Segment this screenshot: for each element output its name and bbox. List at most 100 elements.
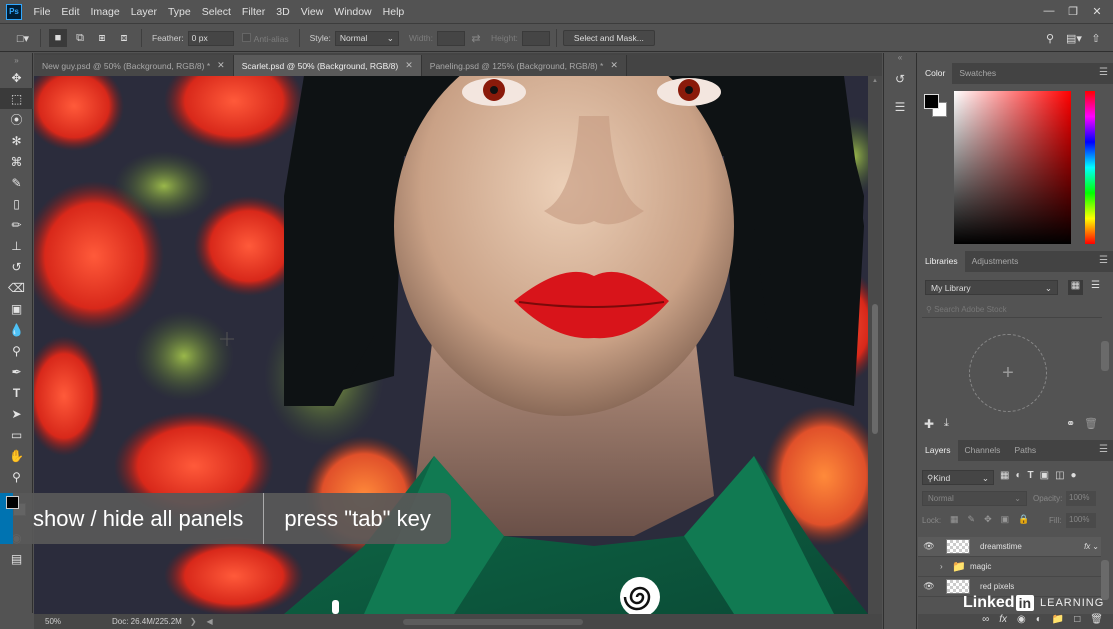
zoom-level[interactable]: 50%	[45, 617, 87, 626]
library-select[interactable]: My Library ⌄	[925, 280, 1058, 295]
close-icon[interactable]: ✕	[1085, 0, 1109, 22]
tab-adjustments[interactable]: Adjustments	[965, 251, 1026, 272]
smart-object-filter-icon[interactable]: ◫	[1055, 470, 1064, 481]
grid-view-icon[interactable]: ▦	[1068, 280, 1083, 295]
tab-color[interactable]: Color	[918, 63, 953, 84]
stock-search-input[interactable]: ⚲ Search Adobe Stock	[922, 303, 1102, 318]
eyedropper-tool-icon[interactable]: ✎	[0, 172, 33, 193]
history-panel-icon[interactable]: ↺	[888, 68, 912, 90]
menu-select[interactable]: Select	[196, 0, 236, 24]
lock-position-icon[interactable]: ✥	[984, 514, 992, 525]
library-drop-area[interactable]: +	[969, 334, 1047, 412]
close-icon[interactable]: ✕	[217, 60, 225, 71]
rectangle-tool-icon[interactable]: ▭	[0, 424, 33, 445]
menu-image[interactable]: Image	[85, 0, 125, 24]
close-icon[interactable]: ✕	[610, 60, 618, 71]
visibility-eye-icon[interactable]: 👁	[918, 581, 940, 592]
antialias-checkbox[interactable]: Anti-alias	[241, 32, 289, 44]
minimize-icon[interactable]: —	[1037, 0, 1061, 22]
kind-filter-select[interactable]: ⚲Kind ⌄	[922, 470, 994, 485]
height-input[interactable]	[521, 30, 550, 46]
layer-row-magic[interactable]: › 📁 magic	[918, 557, 1101, 577]
lock-pixels-icon[interactable]: ✎	[968, 514, 976, 525]
quick-selection-tool-icon[interactable]: ✻	[0, 130, 33, 151]
crop-tool-icon[interactable]: ⌘	[0, 151, 33, 172]
type-tool-icon[interactable]: T	[0, 382, 33, 403]
mask-icon[interactable]: ◉	[1017, 614, 1026, 629]
search-icon[interactable]: ⚲	[1041, 29, 1059, 47]
zoom-tool-icon[interactable]: ⚲	[0, 466, 33, 487]
properties-panel-icon[interactable]: ☰	[888, 96, 912, 118]
upload-icon[interactable]: ⤓	[944, 417, 949, 430]
list-view-icon[interactable]: ☰	[1088, 280, 1103, 295]
path-selection-tool-icon[interactable]: ➤	[0, 403, 33, 424]
layer-row-dreamstime[interactable]: 👁 dreamstime fx ⌄	[918, 537, 1101, 557]
move-tool-icon[interactable]: ✥	[0, 67, 33, 88]
scrollbar-thumb[interactable]	[872, 304, 878, 434]
healing-brush-tool-icon[interactable]: ▯	[0, 193, 33, 214]
menu-filter[interactable]: Filter	[236, 0, 270, 24]
panel-menu-icon[interactable]: ☰	[1099, 444, 1108, 455]
menu-window[interactable]: Window	[329, 0, 377, 24]
eraser-tool-icon[interactable]: ⌫	[0, 277, 33, 298]
horizontal-scrollbar-thumb[interactable]	[402, 618, 583, 625]
share-icon[interactable]: ⇧	[1087, 29, 1105, 47]
new-group-icon[interactable]: 📁	[1052, 614, 1064, 629]
visibility-eye-icon[interactable]: 👁	[918, 541, 940, 552]
pixel-filter-icon[interactable]: ▦	[1000, 470, 1009, 481]
tab-channels[interactable]: Channels	[958, 440, 1008, 461]
new-selection-icon[interactable]: ■	[49, 29, 67, 47]
rectangular-marquee-tool-icon[interactable]: ⬚	[0, 88, 33, 109]
menu-layer[interactable]: Layer	[125, 0, 162, 24]
hue-slider[interactable]	[1085, 91, 1095, 244]
tab-libraries[interactable]: Libraries	[918, 251, 965, 272]
disclosure-arrow-icon[interactable]: ›	[940, 562, 952, 571]
chevron-down-icon[interactable]: ⌄	[1092, 542, 1099, 551]
menu-type[interactable]: Type	[162, 0, 196, 24]
select-and-mask-button[interactable]: Select and Mask...	[562, 30, 655, 46]
foreground-color-swatch[interactable]	[924, 94, 939, 109]
fx-icon[interactable]: fx	[999, 614, 1007, 629]
vertical-scrollbar[interactable]: ▲	[868, 76, 882, 614]
swap-icon[interactable]: ⇄	[467, 29, 485, 47]
shape-filter-icon[interactable]: ▣	[1040, 470, 1049, 481]
fill-input[interactable]: 100%	[1066, 513, 1096, 528]
scroll-up-icon[interactable]: ▲	[868, 78, 882, 84]
pen-tool-icon[interactable]: ✒	[0, 361, 33, 382]
tab-paths[interactable]: Paths	[1007, 440, 1043, 461]
tab-swatches[interactable]: Swatches	[952, 63, 1003, 84]
marquee-preset-icon[interactable]: □▾	[14, 29, 32, 47]
menu-edit[interactable]: Edit	[56, 0, 85, 24]
menu-3d[interactable]: 3D	[271, 0, 295, 24]
blur-tool-icon[interactable]: 💧	[0, 319, 33, 340]
sync-icon[interactable]: ⚭	[1066, 417, 1075, 430]
blend-mode-select[interactable]: Normal ⌄	[922, 491, 1027, 506]
style-select[interactable]: Normal ⌄	[334, 30, 399, 46]
tab-new-guy[interactable]: New guy.psd @ 50% (Background, RGB/8) * ✕	[34, 55, 234, 76]
screen-mode-icon[interactable]: ▤	[0, 548, 33, 569]
menu-help[interactable]: Help	[377, 0, 410, 24]
menu-file[interactable]: File	[28, 0, 56, 24]
width-input[interactable]	[436, 30, 465, 46]
type-filter-icon[interactable]: T	[1028, 470, 1034, 481]
color-picker-field[interactable]	[954, 91, 1071, 244]
link-layers-icon[interactable]: ∞	[982, 614, 989, 629]
panel-menu-icon[interactable]: ☰	[1099, 255, 1108, 266]
status-menu-icon[interactable]: ❯	[190, 617, 197, 626]
dodge-tool-icon[interactable]: ⚲	[0, 340, 33, 361]
new-layer-icon[interactable]: □	[1074, 614, 1080, 629]
subtract-selection-icon[interactable]: ⧆	[93, 29, 111, 47]
close-icon[interactable]: ✕	[405, 60, 413, 71]
fx-badge[interactable]: fx	[1084, 542, 1090, 551]
lock-artboard-icon[interactable]: ▣	[1001, 514, 1010, 525]
adjustment-filter-icon[interactable]: ◐	[1015, 470, 1021, 481]
brush-tool-icon[interactable]: ✏	[0, 214, 33, 235]
adjustment-layer-icon[interactable]: ◐	[1036, 614, 1042, 629]
add-icon[interactable]: ✚	[924, 417, 934, 431]
restore-icon[interactable]: ❐	[1061, 0, 1085, 22]
lock-all-icon[interactable]: 🔒	[1018, 514, 1029, 525]
history-brush-tool-icon[interactable]: ↺	[0, 256, 33, 277]
feather-input[interactable]	[187, 30, 234, 46]
tab-scarlet[interactable]: Scarlet.psd @ 50% (Background, RGB/8) ✕	[233, 55, 422, 76]
gradient-tool-icon[interactable]: ▣	[0, 298, 33, 319]
